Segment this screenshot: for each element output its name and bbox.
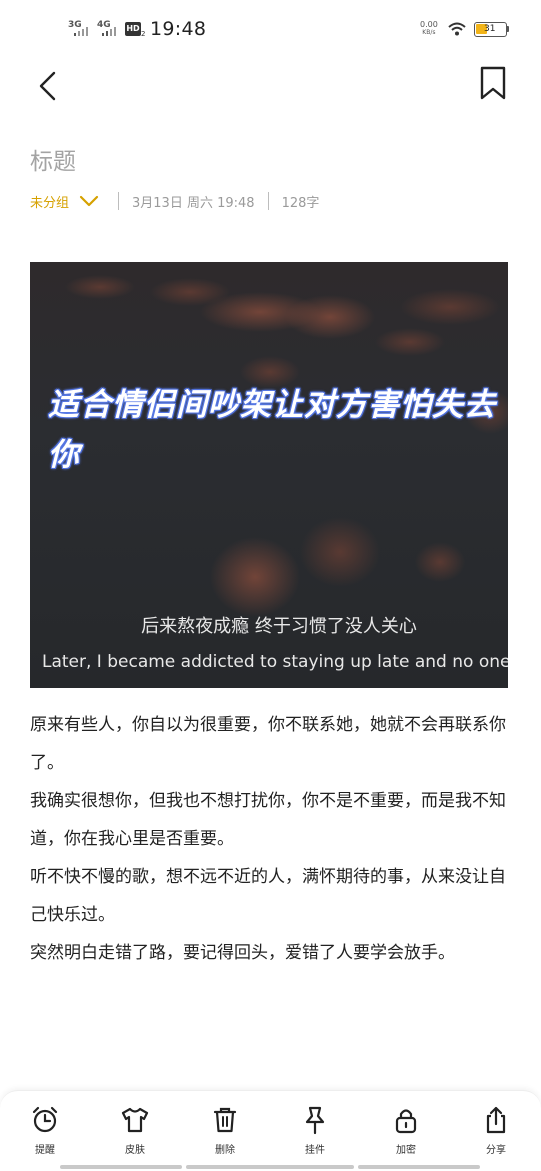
net-speed-unit: KB/s — [422, 29, 436, 36]
bookmark-button[interactable] — [474, 62, 512, 106]
alarm-clock-icon — [32, 1106, 58, 1133]
status-time: 19:48 — [150, 18, 207, 40]
image-subtitle-cn: 后来熬夜成瘾 终于习惯了没人关心 — [141, 616, 417, 637]
note-paragraph: 突然明白走错了路，要记得回头，爱错了人要学会放手。 — [30, 943, 455, 963]
share-label: 分享 — [486, 1145, 506, 1156]
gesture-bar — [186, 1165, 354, 1169]
battery-icon: 31 — [474, 22, 507, 37]
gesture-bar — [358, 1165, 480, 1169]
encrypt-button[interactable]: 加密 — [376, 1105, 436, 1156]
image-subtitle-en: Later, I became addicted to staying up l… — [42, 652, 508, 672]
reminder-button[interactable]: 提醒 — [15, 1105, 75, 1156]
chevron-left-icon — [39, 71, 56, 101]
note-image[interactable]: 适合情侣间吵架让对方害怕失去你 后来熬夜成瘾 终于习惯了没人关心 Later, … — [30, 262, 508, 688]
meta-divider — [118, 192, 120, 210]
widget-button[interactable]: 挂件 — [285, 1105, 345, 1156]
skin-button[interactable]: 皮肤 — [105, 1105, 165, 1156]
sim2-signal-icon — [102, 27, 116, 36]
note-paragraph: 我确实很想你，但我也不想打扰你，你不是不重要，而是我不知道，你在我心里是否重要。 — [30, 791, 506, 849]
net-speed: 0.00 KB/s — [420, 21, 438, 37]
trash-icon — [213, 1107, 237, 1133]
delete-button[interactable]: 删除 — [195, 1105, 255, 1156]
bottom-toolbar: 提醒 皮肤 删除 挂件 加密 分享 — [0, 1090, 541, 1171]
note-title-input[interactable]: 标题 — [30, 142, 76, 176]
note-body-editor[interactable]: 原来有些人，你自以为很重要，你不联系她，她就不会再联系你了。 我确实很想你，但我… — [30, 706, 516, 972]
note-date: 3月13日 周六 19:48 — [132, 195, 255, 211]
battery-level: 31 — [484, 24, 496, 34]
back-button[interactable] — [30, 66, 66, 106]
skin-label: 皮肤 — [125, 1145, 145, 1156]
lock-icon — [395, 1109, 417, 1134]
widget-label: 挂件 — [305, 1145, 325, 1156]
hd-voice-icon: HD — [125, 22, 141, 36]
group-selector-label[interactable]: 未分组 — [30, 192, 69, 211]
wifi-icon — [448, 22, 466, 36]
gesture-bar — [60, 1165, 182, 1169]
meta-divider — [267, 192, 269, 210]
net-speed-value: 0.00 — [420, 20, 438, 29]
delete-label: 删除 — [215, 1145, 235, 1156]
encrypt-label: 加密 — [396, 1145, 416, 1156]
battery-tip — [507, 26, 509, 32]
sim1-signal-icon — [74, 27, 88, 36]
pin-icon — [305, 1106, 325, 1135]
tshirt-icon — [121, 1107, 149, 1133]
reminder-label: 提醒 — [35, 1145, 55, 1156]
note-meta: 未分组 3月13日 周六 19:48 128字 — [30, 190, 319, 212]
hd-voice-sub: 2 — [141, 30, 146, 38]
bookmark-icon — [480, 66, 506, 100]
status-bar: 3G 4G HD 2 19:48 0.00 KB/s 31 — [0, 0, 541, 60]
note-paragraph: 原来有些人，你自以为很重要，你不联系她，她就不会再联系你了。 — [30, 715, 506, 773]
share-icon — [486, 1106, 506, 1134]
note-paragraph: 听不快不慢的歌，想不远不近的人，满怀期待的事，从来没让自己快乐过。 — [30, 867, 506, 925]
word-count: 128字 — [281, 195, 320, 211]
chevron-down-icon[interactable] — [79, 195, 99, 207]
share-button[interactable]: 分享 — [466, 1105, 526, 1156]
image-overlay-title: 适合情侣间吵架让对方害怕失去你 — [48, 387, 496, 473]
